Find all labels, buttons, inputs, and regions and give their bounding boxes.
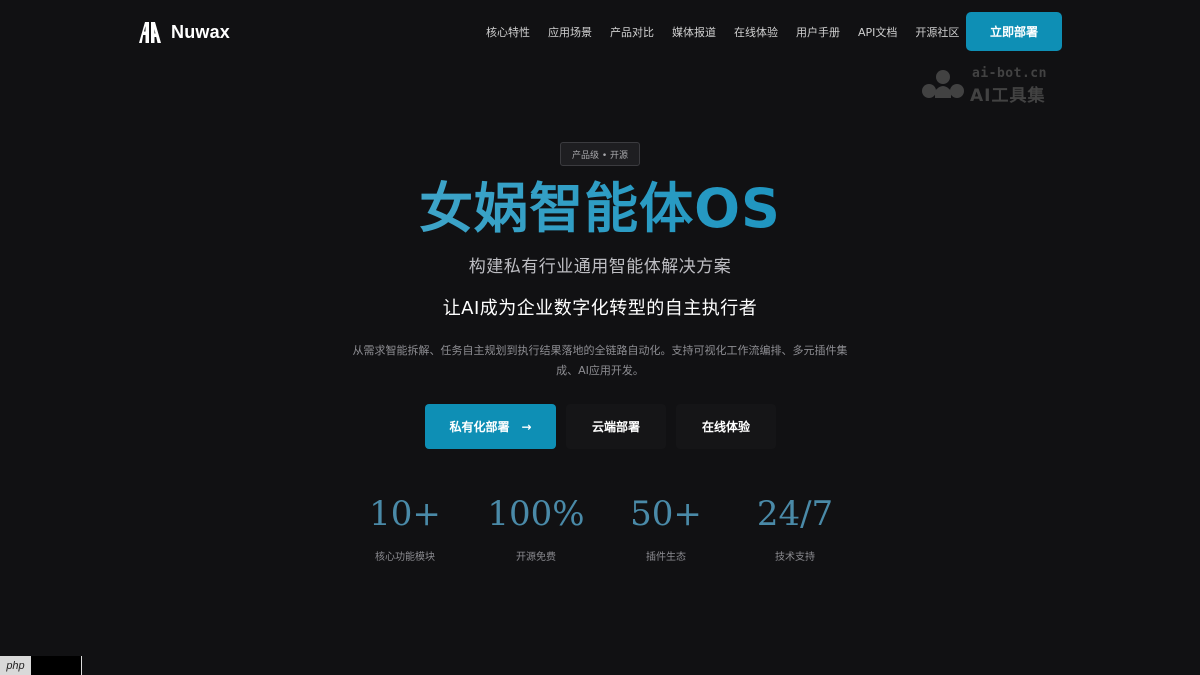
brand-logo[interactable]: Nuwax — [138, 20, 230, 44]
nav-link-online-trial[interactable]: 在线体验 — [734, 24, 778, 40]
stat-label: 插件生态 — [646, 552, 686, 563]
nav-link-comparison[interactable]: 产品对比 — [610, 24, 654, 40]
private-deploy-button[interactable]: 私有化部署 → — [425, 404, 556, 449]
nav-link-scenarios[interactable]: 应用场景 — [548, 24, 592, 40]
ai-bot-logo-icon — [922, 70, 964, 98]
online-trial-button[interactable]: 在线体验 — [676, 404, 776, 449]
stat-core-modules: 10+ 核心功能模块 — [340, 492, 470, 563]
hero-subtitle: 构建私有行业通用智能体解决方案 — [468, 257, 732, 277]
arrow-right-icon: → — [521, 419, 532, 434]
private-deploy-label: 私有化部署 — [449, 420, 510, 434]
stat-value: 100% — [487, 494, 585, 534]
stat-label: 开源免费 — [516, 552, 556, 563]
top-nav: Nuwax 核心特性 应用场景 产品对比 媒体报道 在线体验 用户手册 API文… — [0, 0, 1200, 64]
nav-link-media[interactable]: 媒体报道 — [672, 24, 716, 40]
stat-support: 24/7 技术支持 — [730, 492, 860, 563]
watermark: ai-bot.cn AI工具集 — [920, 66, 1065, 106]
php-badge[interactable]: php — [0, 656, 31, 675]
product-badge: 产品级 • 开源 — [560, 142, 640, 166]
stat-value: 10+ — [369, 494, 441, 534]
stat-value: 24/7 — [756, 494, 834, 534]
watermark-domain: ai-bot.cn — [972, 66, 1047, 81]
php-badge-divider — [81, 656, 82, 675]
brand-name: Nuwax — [171, 21, 231, 42]
nav-links: 核心特性 应用场景 产品对比 媒体报道 在线体验 用户手册 API文档 开源社区 — [486, 24, 977, 40]
nav-link-community[interactable]: 开源社区 — [915, 24, 959, 40]
nav-link-features[interactable]: 核心特性 — [486, 24, 530, 40]
watermark-name: AI工具集 — [970, 86, 1046, 106]
hero-slogan: 让AI成为企业数字化转型的自主执行者 — [442, 298, 758, 319]
nuwax-logo-icon — [139, 22, 161, 43]
php-badge-panel — [31, 656, 81, 675]
nav-link-api-docs[interactable]: API文档 — [858, 24, 897, 40]
stat-open-source: 100% 开源免费 — [471, 492, 601, 563]
stat-value: 50+ — [630, 494, 702, 534]
deploy-now-button[interactable]: 立即部署 — [966, 12, 1062, 51]
cloud-deploy-button[interactable]: 云端部署 — [566, 404, 666, 449]
hero-description: 从需求智能拆解、任务自主规划到执行结果落地的全链路自动化。支持可视化工作流编排、… — [352, 344, 848, 377]
stat-label: 技术支持 — [775, 552, 815, 563]
stat-plugins: 50+ 插件生态 — [601, 492, 731, 563]
stat-label: 核心功能模块 — [375, 552, 435, 563]
nav-link-user-manual[interactable]: 用户手册 — [796, 24, 840, 40]
hero-title: 女娲智能体OS — [0, 176, 1200, 242]
